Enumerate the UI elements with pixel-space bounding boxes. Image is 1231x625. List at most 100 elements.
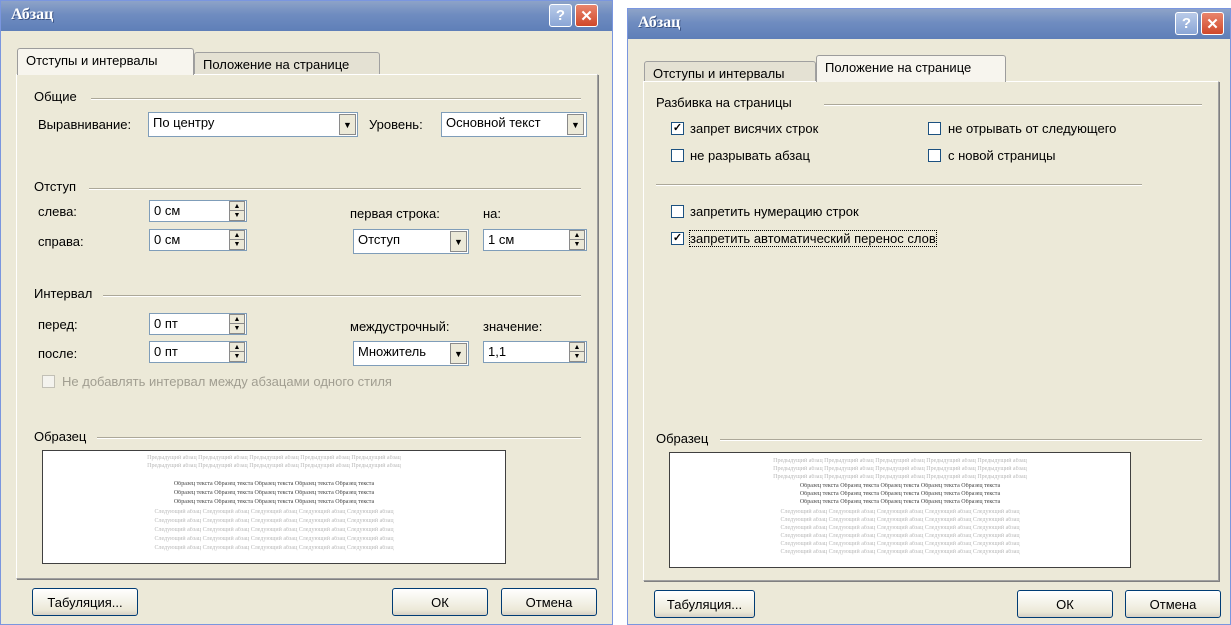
spin-down-icon[interactable]: ▼ [570,240,584,249]
preview-sample-text: Образец текста Образец текста Образец те… [173,481,375,487]
chevron-down-icon[interactable]: ▼ [567,114,584,135]
section-pagination: Разбивка на страницы [656,95,792,110]
preview-next-text: Следующий абзац Следующий абзац Следующи… [780,549,1020,555]
spin-up-icon[interactable]: ▲ [570,343,584,352]
chevron-down-icon[interactable]: ▼ [450,343,467,364]
alignment-value: По центру [153,115,215,130]
no-space-same-style-checkbox[interactable] [42,375,55,388]
spin-down-icon[interactable]: ▼ [230,352,244,361]
help-icon[interactable]: ? [1175,12,1198,35]
dialog-title: Абзац [11,6,54,23]
chevron-down-icon[interactable]: ▼ [339,114,356,135]
divider [824,104,1202,106]
spin-up-icon[interactable]: ▲ [230,315,244,324]
ok-button[interactable]: ОК [1017,590,1113,618]
divider [89,188,581,190]
keep-with-next-checkbox[interactable] [928,122,941,135]
divider [97,437,581,439]
cancel-button[interactable]: Отмена [1125,590,1221,618]
preview-next-text: Следующий абзац Следующий абзац Следующи… [780,533,1020,539]
alignment-label: Выравнивание: [38,117,132,132]
line-spacing-at-spinner[interactable]: ▲ ▼ [569,342,585,362]
no-space-same-style-label: Не добавлять интервал между абзацами одн… [62,374,392,389]
indent-left-label: слева: [38,204,77,219]
keep-with-next-label: не отрывать от следующего [948,121,1117,136]
tab-label: Отступы и интервалы [653,66,785,81]
dialog-title: Абзац [638,14,681,31]
help-icon[interactable]: ? [549,4,572,27]
tabs-button-label: Табуляция... [666,596,743,612]
spin-down-icon[interactable]: ▼ [570,352,584,361]
preview-sample-text: Образец текста Образец текста Образец те… [799,483,1001,489]
preview-next-text: Следующий абзац Следующий абзац Следующи… [154,518,394,524]
page-break-before-checkbox[interactable] [928,149,941,162]
level-label: Уровень: [369,117,423,132]
spacing-before-spinner[interactable]: ▲ ▼ [229,314,245,334]
no-hyphenation-checkbox[interactable]: ✓ [671,232,684,245]
cancel-button-label: Отмена [1149,596,1197,612]
tab-label: Положение на странице [203,57,350,72]
close-icon[interactable]: ✕ [1201,12,1224,35]
alignment-select[interactable]: По центру [148,112,358,137]
preview-next-text: Следующий абзац Следующий абзац Следующи… [780,525,1020,531]
spin-up-icon[interactable]: ▲ [230,343,244,352]
title-bar[interactable]: Абзац ? ✕ [1,1,612,31]
cancel-button-label: Отмена [525,594,573,610]
tab-indents-spacing[interactable]: Отступы и интервалы [17,48,194,75]
suppress-line-numbers-checkbox[interactable] [671,205,684,218]
divider [720,439,1202,441]
preview-prev-text: Предыдущий абзац Предыдущий абзац Предыд… [773,466,1027,472]
preview-prev-text: Предыдущий абзац Предыдущий абзац Предыд… [147,463,401,469]
widow-control-checkbox[interactable]: ✓ [671,122,684,135]
tab-label: Положение на странице [825,60,972,75]
paragraph-dialog-indents: Абзац ? ✕ Отступы и интервалы Положение … [0,0,613,625]
preview-sample-text: Образец текста Образец текста Образец те… [799,491,1001,497]
section-general: Общие [34,89,77,104]
tab-line-page-breaks[interactable]: Положение на странице [816,55,1006,82]
ok-button[interactable]: ОК [392,588,488,616]
first-line-label: первая строка: [350,206,440,221]
preview-prev-text: Предыдущий абзац Предыдущий абзац Предыд… [773,474,1027,480]
indent-right-value: 0 см [154,232,181,247]
cancel-button[interactable]: Отмена [501,588,597,616]
chevron-down-icon[interactable]: ▼ [450,231,467,252]
section-preview: Образец [34,429,87,444]
line-spacing-at-value: 1,1 [488,344,507,359]
tab-line-page-breaks[interactable]: Положение на странице [194,52,380,76]
spin-up-icon[interactable]: ▲ [570,231,584,240]
section-spacing: Интервал [34,286,93,301]
preview-sample-text: Образец текста Образец текста Образец те… [799,499,1001,505]
indent-by-spinner[interactable]: ▲ ▼ [569,230,585,250]
spin-down-icon[interactable]: ▼ [230,324,244,333]
keep-lines-checkbox[interactable] [671,149,684,162]
page-break-before-label: с новой страницы [948,148,1056,163]
preview-prev-text: Предыдущий абзац Предыдущий абзац Предыд… [147,455,401,461]
divider [656,184,1142,186]
divider [103,295,581,297]
preview-next-text: Следующий абзац Следующий абзац Следующи… [780,509,1020,515]
preview-next-text: Следующий абзац Следующий абзац Следующи… [780,541,1020,547]
indent-left-spinner[interactable]: ▲ ▼ [229,201,245,221]
spin-down-icon[interactable]: ▼ [230,240,244,249]
line-spacing-label: междустрочный: [350,319,450,334]
spin-down-icon[interactable]: ▼ [230,211,244,220]
tabs-button[interactable]: Табуляция... [654,590,755,618]
level-select[interactable]: Основной текст [441,112,587,137]
spin-up-icon[interactable]: ▲ [230,202,244,211]
divider [91,98,581,100]
close-icon[interactable]: ✕ [575,4,598,27]
spacing-before-value: 0 пт [154,316,178,331]
indent-right-label: справа: [38,234,84,249]
title-bar[interactable]: Абзац ? ✕ [628,9,1230,39]
tabs-button[interactable]: Табуляция... [32,588,138,616]
spacing-after-spinner[interactable]: ▲ ▼ [229,342,245,362]
indent-left-value: 0 см [154,203,181,218]
indent-by-value: 1 см [488,232,515,247]
spacing-after-label: после: [38,346,78,361]
suppress-line-numbers-label: запретить нумерацию строк [690,204,859,219]
first-line-value: Отступ [358,232,401,247]
spin-up-icon[interactable]: ▲ [230,231,244,240]
paragraph-dialog-page-breaks: Абзац ? ✕ Отступы и интервалы Положение … [627,8,1231,625]
tab-label: Отступы и интервалы [26,53,158,68]
indent-right-spinner[interactable]: ▲ ▼ [229,230,245,250]
